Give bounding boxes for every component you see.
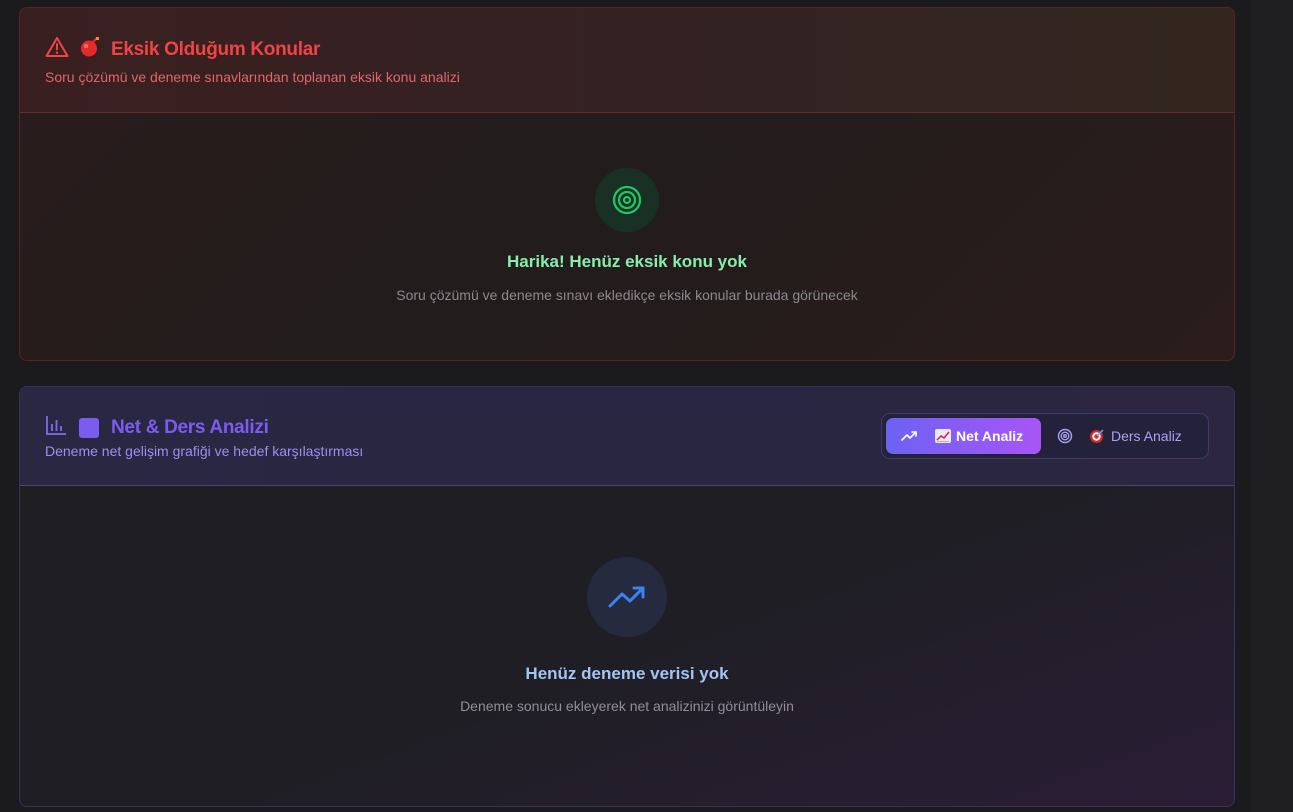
trending-up-icon [587, 557, 667, 637]
chart-increasing-emoji-icon [935, 429, 951, 443]
trending-up-icon [901, 427, 919, 445]
weak-topics-title-row: Eksik Olduğum Konular [45, 36, 320, 63]
net-analysis-title: Net & Ders Analizi [111, 416, 269, 438]
warning-triangle-icon [45, 36, 69, 63]
purple-square-emoji-icon [79, 417, 99, 438]
weak-topics-empty-state: Harika! Henüz eksik konu yok Soru çözümü… [20, 112, 1234, 360]
weak-topics-subtitle: Soru çözümü ve deneme sınavlarından topl… [45, 69, 460, 85]
bar-chart-icon [45, 414, 67, 441]
tab-net-analiz-label: Net Analiz [956, 428, 1024, 444]
net-analysis-empty-description: Deneme sonucu ekleyerek net analizinizi … [460, 698, 794, 714]
right-scroll-area [1251, 0, 1293, 812]
analysis-tab-switcher: Net Analiz Ders Analiz [881, 413, 1209, 459]
net-analysis-empty-state: Henüz deneme verisi yok Deneme sonucu ek… [20, 485, 1234, 806]
weak-topics-card: Eksik Olduğum Konular Soru çözümü ve den… [19, 7, 1235, 361]
target-icon [1057, 427, 1075, 445]
page: Eksik Olduğum Konular Soru çözümü ve den… [0, 0, 1293, 812]
tab-net-analiz[interactable]: Net Analiz [886, 418, 1041, 454]
direct-hit-emoji-icon [1089, 428, 1105, 444]
net-analysis-card: Net & Ders Analizi Deneme net gelişim gr… [19, 386, 1235, 807]
weak-topics-empty-title: Harika! Henüz eksik konu yok [507, 252, 747, 271]
weak-topics-title: Eksik Olduğum Konular [111, 38, 321, 60]
net-analysis-subtitle: Deneme net gelişim grafiği ve hedef karş… [45, 443, 364, 459]
net-analysis-empty-title: Henüz deneme verisi yok [525, 664, 729, 683]
weak-topics-empty-description: Soru çözümü ve deneme sınavı ekledikçe e… [396, 287, 858, 303]
net-analysis-header: Net & Ders Analizi Deneme net gelişim gr… [20, 387, 1234, 486]
target-icon [595, 168, 659, 232]
tab-ders-analiz[interactable]: Ders Analiz [1051, 418, 1206, 454]
tab-ders-analiz-label: Ders Analiz [1111, 428, 1182, 444]
weak-topics-header: Eksik Olduğum Konular Soru çözümü ve den… [20, 8, 1234, 113]
net-analysis-title-row: Net & Ders Analizi [45, 414, 269, 441]
bomb-emoji-icon [79, 36, 101, 63]
